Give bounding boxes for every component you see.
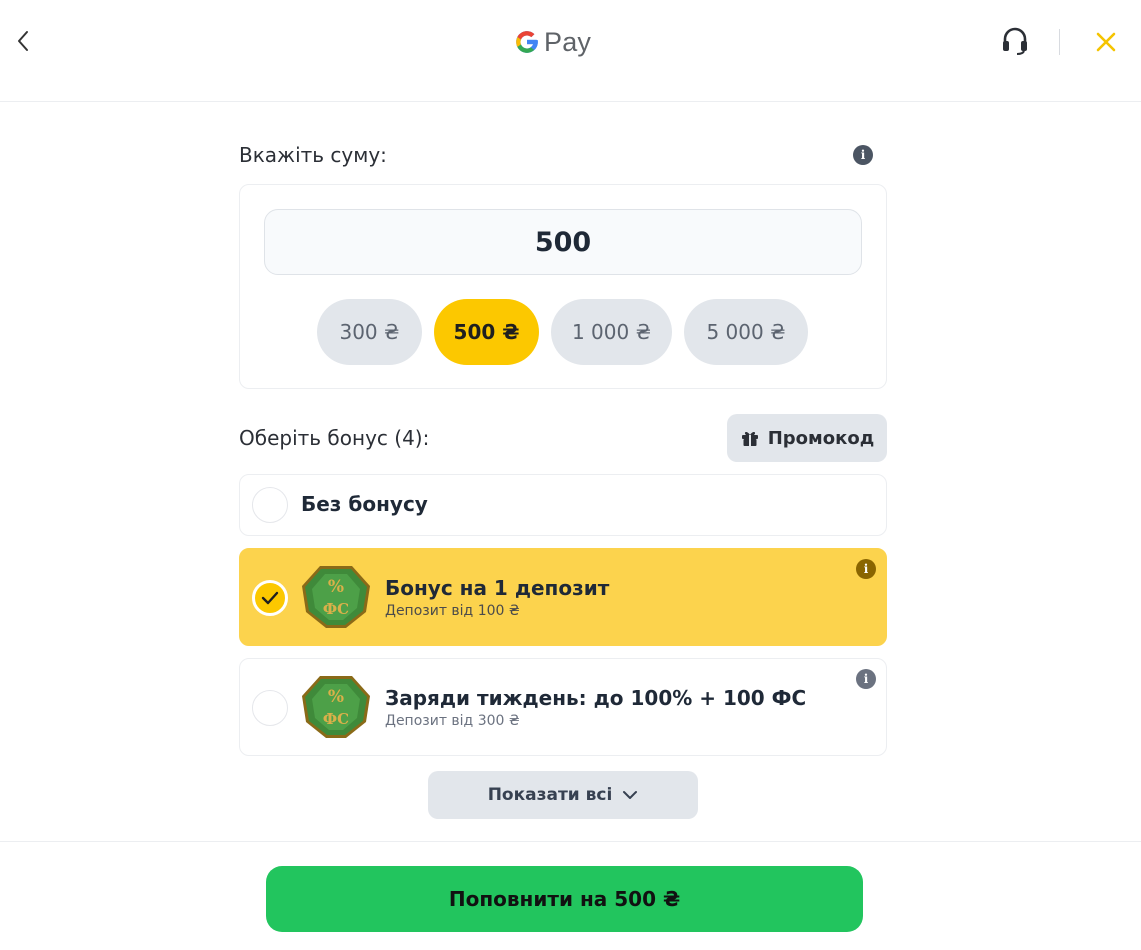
- google-g-icon: [516, 31, 538, 53]
- deposit-submit-button[interactable]: Поповнити на 500 ₴: [266, 866, 863, 932]
- show-all-label: Показати всі: [487, 785, 613, 805]
- close-icon: [1096, 32, 1116, 52]
- header: Pay: [0, 0, 1141, 102]
- info-icon[interactable]: i: [856, 559, 876, 579]
- bonus-radio[interactable]: [252, 487, 288, 523]
- promo-code-button[interactable]: Промокод: [727, 414, 887, 462]
- bonus-badge-icon: % ФС: [302, 676, 370, 738]
- bonus-subtitle: Депозит від 300 ₴: [385, 713, 520, 729]
- bonus-title: Без бонусу: [301, 492, 428, 516]
- amount-chip-300[interactable]: 300 ₴: [317, 299, 422, 365]
- back-chevron-icon: [18, 31, 28, 51]
- bonus-title: Бонус на 1 депозит: [385, 576, 610, 600]
- headset-icon: [1003, 27, 1027, 55]
- chevron-down-icon: [623, 791, 638, 799]
- bonus-title: Заряди тиждень: до 100% + 100 ФС: [385, 686, 807, 710]
- back-button[interactable]: [8, 26, 38, 56]
- info-icon[interactable]: i: [853, 145, 873, 165]
- bonus-item-none[interactable]: Без бонусу: [239, 474, 887, 536]
- amount-chip-5000[interactable]: 5 000 ₴: [684, 299, 808, 365]
- svg-text:ФС: ФС: [323, 710, 349, 728]
- check-icon: [261, 591, 279, 605]
- bonus-item-first-deposit[interactable]: % ФС Бонус на 1 депозит Депозит від 100 …: [239, 548, 887, 646]
- svg-text:%: %: [328, 687, 344, 707]
- amount-card: 300 ₴ 500 ₴ 1 000 ₴ 5 000 ₴: [239, 184, 887, 389]
- bonus-radio[interactable]: [252, 690, 288, 726]
- logo-text: Pay: [544, 26, 592, 57]
- bonus-radio-checked[interactable]: [252, 580, 288, 616]
- svg-text:%: %: [328, 577, 344, 597]
- gift-icon: [741, 431, 758, 446]
- google-pay-logo: Pay: [514, 24, 591, 60]
- amount-chip-1000[interactable]: 1 000 ₴: [551, 299, 672, 365]
- bonus-badge-icon: % ФС: [302, 566, 370, 628]
- amount-chip-500[interactable]: 500 ₴: [434, 299, 539, 365]
- support-button[interactable]: [998, 24, 1032, 58]
- bonus-subtitle: Депозит від 100 ₴: [385, 603, 520, 619]
- promo-code-label: Промокод: [767, 427, 875, 449]
- svg-text:ФС: ФС: [323, 600, 349, 618]
- bonus-item-charge-week[interactable]: % ФС Заряди тиждень: до 100% + 100 ФС Де…: [239, 658, 887, 756]
- show-all-button[interactable]: Показати всі: [428, 771, 698, 819]
- amount-label: Вкажіть суму:: [239, 143, 387, 167]
- amount-input[interactable]: [264, 209, 862, 275]
- info-icon[interactable]: i: [856, 669, 876, 689]
- bonus-label: Оберіть бонус (4):: [239, 426, 430, 450]
- header-divider: [1059, 29, 1060, 55]
- footer-divider: [0, 841, 1141, 842]
- close-button[interactable]: [1090, 26, 1122, 58]
